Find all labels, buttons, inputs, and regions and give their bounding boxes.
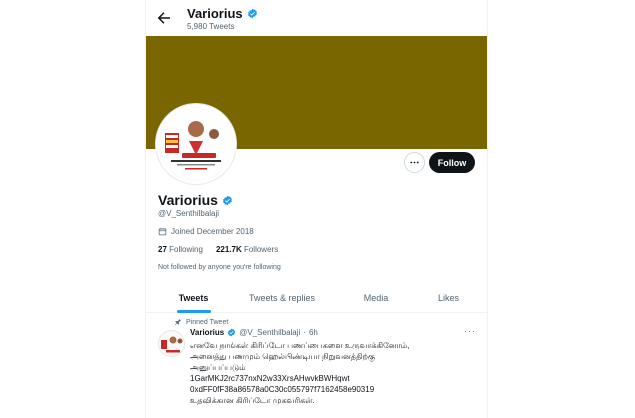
tweet-line: உதவிக்கான கிரிப்டோ முகவரிகள். <box>190 396 315 405</box>
tab-likes-label: Likes <box>437 293 459 303</box>
calendar-icon <box>158 228 167 236</box>
joined-text: Joined December 2018 <box>171 227 254 236</box>
more-icon <box>410 161 419 164</box>
tweet-separator: · <box>303 328 306 337</box>
tweet-line: அனுப்பப்படும் <box>190 363 246 372</box>
tab-media-label: Media <box>363 293 389 303</box>
followers-link[interactable]: 221.7K Followers <box>216 245 278 254</box>
tweet-avatar-image <box>159 331 184 356</box>
header-title: Variorius <box>187 6 258 21</box>
profile-page: Variorius 5,980 Tweets Follow Variorius … <box>145 0 488 418</box>
active-tab-indicator <box>176 310 211 313</box>
avatar-image <box>159 107 233 181</box>
tweet-line: அனைத்து பணமும் ஹெல்பிண்டியா நிறுவனத்திற்… <box>190 352 376 361</box>
pinned-indicator: Pinned Tweet <box>174 318 228 326</box>
tab-tweets-label: Tweets <box>178 293 209 303</box>
back-arrow-icon[interactable] <box>155 9 173 27</box>
tab-tweets-replies[interactable]: Tweets & replies <box>241 283 323 313</box>
joined-date: Joined December 2018 <box>158 227 254 236</box>
tab-likes[interactable]: Likes <box>417 283 480 313</box>
verified-badge-icon <box>228 328 236 337</box>
more-options-button[interactable] <box>404 152 425 173</box>
follow-button[interactable]: Follow <box>429 152 475 173</box>
pin-icon <box>175 319 181 325</box>
followers-count: 221.7K <box>215 245 242 254</box>
profile-handle: @V_Senthilbalaji <box>158 209 220 218</box>
profile-tabs: Tweets Tweets & replies Media Likes <box>146 283 487 313</box>
verified-badge-icon <box>222 195 232 205</box>
top-bar: Variorius 5,980 Tweets <box>146 0 487 36</box>
tweet-count: 5,980 Tweets <box>187 22 235 31</box>
verified-badge-icon <box>247 8 257 19</box>
tweet-header: Variorius @V_Senthilbalaji · 6h <box>190 328 318 337</box>
follow-stats: 27 Following 221.7K Followers <box>158 245 278 254</box>
tab-tweets-replies-label: Tweets & replies <box>248 293 316 303</box>
profile-name: Variorius <box>158 192 233 208</box>
tweet-author-handle[interactable]: @V_Senthilbalaji <box>239 328 300 337</box>
tweet-author-name[interactable]: Variorius <box>190 328 224 337</box>
following-count: 27 <box>158 245 167 254</box>
tweet-line: 0xdFF0fF38a86578a0C30c055797f7162458e903… <box>190 385 375 394</box>
follow-note: Not followed by anyone you're following <box>158 264 281 271</box>
following-label: Following <box>169 245 203 254</box>
tab-tweets[interactable]: Tweets <box>146 283 241 313</box>
followers-label: Followers <box>243 245 279 254</box>
pinned-label: Pinned Tweet <box>186 318 229 326</box>
profile-name-text: Variorius <box>158 192 218 208</box>
tweet-text: எனவே நாங்கள் கிரிப்டோ பணப்பைகளை உருவாக்க… <box>190 340 480 406</box>
tweet-more-icon[interactable]: ··· <box>464 326 476 336</box>
tweet-line: எனவே நாங்கள் கிரிப்டோ பணப்பைகளை உருவாக்க… <box>190 341 410 350</box>
tab-media[interactable]: Media <box>323 283 429 313</box>
tweet-avatar[interactable] <box>158 330 185 357</box>
header-name: Variorius <box>187 6 243 21</box>
tweet-line: 1GarMKJ2rc737nxN2w33XrsAHwvkBWHqwt <box>190 374 350 383</box>
tweet-time[interactable]: 6h <box>309 328 318 337</box>
profile-avatar[interactable] <box>156 104 236 184</box>
following-link[interactable]: 27 Following <box>158 245 203 254</box>
